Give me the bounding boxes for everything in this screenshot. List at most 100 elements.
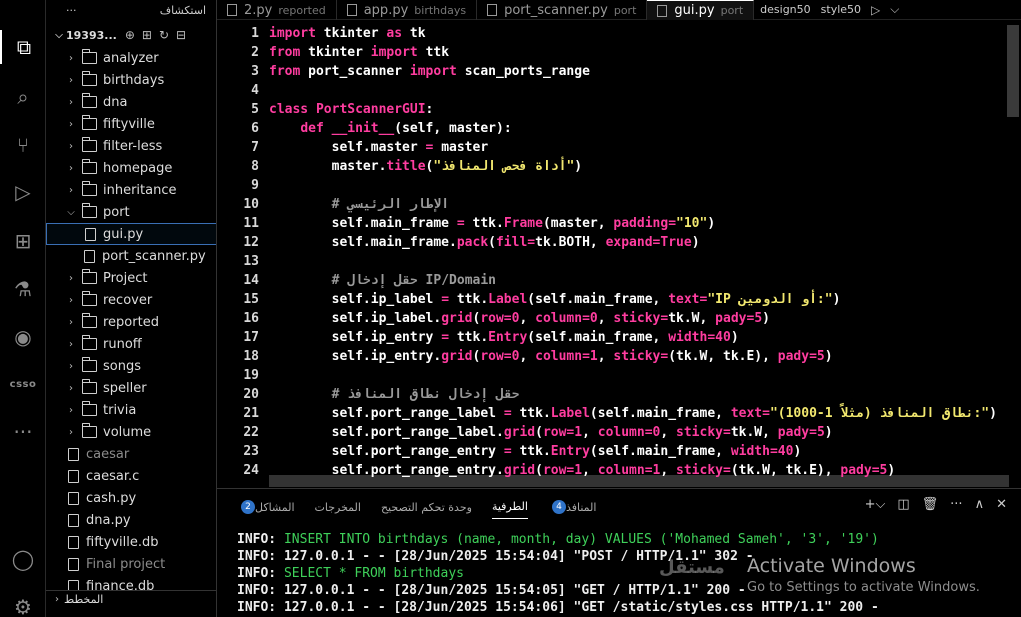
- file-item[interactable]: caesar: [46, 443, 216, 465]
- file-item[interactable]: dna.py: [46, 509, 216, 531]
- tree-item-label: fiftyville: [103, 116, 155, 132]
- code-token: master.: [269, 159, 387, 174]
- folder-item[interactable]: ⌵ port: [46, 201, 216, 223]
- maximize-panel-icon[interactable]: ∧: [975, 497, 985, 512]
- tab-folder-hint: birthdays: [414, 3, 467, 17]
- editor-tab[interactable]: port_scanner.py port: [477, 0, 648, 20]
- folder-item[interactable]: › Project: [46, 267, 216, 289]
- code-token: Label: [550, 406, 590, 421]
- terminal-line: INFO: 127.0.0.1 - - [28/Jun/2025 15:54:0…: [237, 582, 746, 599]
- tab-folder-hint: reported: [278, 3, 326, 17]
- folder-item[interactable]: › homepage: [46, 157, 216, 179]
- editor-scrollbar[interactable]: [1007, 25, 1019, 117]
- style50-button[interactable]: style50: [821, 3, 861, 16]
- run-icon[interactable]: ▷: [871, 3, 880, 17]
- code-token: # حقل إدخال نطاق المنافذ: [269, 387, 520, 402]
- close-icon[interactable]: ✕: [996, 497, 1007, 512]
- editor-tab[interactable]: gui.py port: [647, 0, 755, 20]
- code-token: 40: [715, 330, 731, 345]
- design50-button[interactable]: design50: [760, 3, 811, 16]
- code-text: def __init__(self, master):: [269, 119, 511, 138]
- run-dropdown-icon[interactable]: ⌵: [890, 2, 899, 17]
- new-terminal-icon[interactable]: +⌵: [865, 497, 886, 512]
- folder-icon: [81, 423, 97, 438]
- code-text: from tkinter import ttk: [269, 43, 449, 62]
- folder-item[interactable]: › trivia: [46, 399, 216, 421]
- folder-item[interactable]: › fiftyville: [46, 113, 216, 135]
- search-icon[interactable]: ⌕: [0, 80, 46, 114]
- chevron-right-icon: ›: [69, 184, 73, 196]
- csso-extension-icon[interactable]: csso: [0, 367, 46, 401]
- file-icon: [68, 491, 79, 505]
- run-debug-icon[interactable]: ▷: [0, 175, 46, 209]
- code-line: 8 master.title("أداة فحص المنافذ"): [217, 157, 1007, 176]
- code-token: ,: [519, 349, 536, 364]
- explorer-icon[interactable]: ⧉: [0, 30, 46, 64]
- folder-item[interactable]: › filter-less: [46, 135, 216, 157]
- file-item[interactable]: Final project: [46, 553, 216, 575]
- folder-item[interactable]: › dna: [46, 91, 216, 113]
- more-icon[interactable]: ···: [950, 497, 962, 512]
- folder-item[interactable]: › recover: [46, 289, 216, 311]
- line-number: 11: [243, 216, 259, 231]
- file-item[interactable]: port_scanner.py: [46, 245, 216, 267]
- folder-item[interactable]: › analyzer: [46, 47, 216, 69]
- settings-gear-icon[interactable]: ⚙: [0, 590, 46, 617]
- code-token: (: [535, 425, 543, 440]
- code-editor[interactable]: 1 import tkinter as tk 2 from tkinter impor…: [217, 21, 1021, 487]
- code-token: ,: [660, 463, 677, 478]
- file-item[interactable]: caesar.c: [46, 465, 216, 487]
- code-token: sticky=: [676, 425, 731, 440]
- new-file-icon[interactable]: ⊕: [125, 28, 135, 42]
- source-control-icon[interactable]: ⑂: [0, 128, 46, 162]
- editor-tab[interactable]: app.py birthdays: [337, 0, 478, 20]
- folder-item[interactable]: › birthdays: [46, 69, 216, 91]
- folder-item[interactable]: › inheritance: [46, 179, 216, 201]
- folder-item[interactable]: › volume: [46, 421, 216, 443]
- trash-icon[interactable]: 🗑: [922, 497, 939, 512]
- code-token: column=: [597, 463, 653, 478]
- panel-tab[interactable]: 2 المشاكل: [237, 495, 295, 519]
- account-icon[interactable]: ◯: [0, 542, 46, 576]
- file-icon: [85, 227, 96, 241]
- code-token: "IP أو الدومين:": [707, 292, 833, 307]
- extensions-icon[interactable]: ⊞: [0, 224, 46, 258]
- code-token: =: [441, 292, 457, 307]
- code-token: self.port_range_label.: [269, 425, 504, 440]
- code-token: Frame: [503, 216, 543, 231]
- code-token: ): [730, 330, 739, 345]
- panel-tab[interactable]: المخرجات: [315, 495, 361, 519]
- file-icon: [68, 469, 79, 483]
- folder-item[interactable]: › runoff: [46, 333, 216, 355]
- outline-section[interactable]: › المخطط: [46, 590, 216, 608]
- collapse-all-icon[interactable]: ⊟: [176, 28, 186, 42]
- tree-item-label: analyzer: [103, 50, 159, 66]
- github-icon[interactable]: ◉: [0, 320, 46, 354]
- code-token: column=: [535, 349, 590, 364]
- workspace-root[interactable]: ⌵ 19393... ⊕ ⊞ ↻ ⊟: [46, 24, 216, 46]
- editor-tab[interactable]: 2.py reported: [217, 0, 337, 20]
- more-icon[interactable]: ···: [0, 415, 46, 449]
- file-item[interactable]: cash.py: [46, 487, 216, 509]
- panel-tab[interactable]: 4 المنافذ: [548, 495, 596, 519]
- refresh-icon[interactable]: ↻: [159, 28, 169, 42]
- code-token: width=: [668, 330, 716, 345]
- file-item[interactable]: fiftyville.db: [46, 531, 216, 553]
- tree-item-label: cash.py: [86, 490, 137, 506]
- code-line: 16 self.ip_label.grid(row=0, column=0, s…: [217, 309, 1007, 328]
- folder-item[interactable]: › songs: [46, 355, 216, 377]
- code-token: width=: [730, 444, 778, 459]
- code-line: 9: [217, 176, 1007, 195]
- file-item[interactable]: gui.py: [46, 223, 216, 245]
- explorer-more-icon[interactable]: ···: [66, 4, 77, 17]
- split-terminal-icon[interactable]: ◫: [897, 497, 909, 512]
- new-folder-icon[interactable]: ⊞: [142, 28, 152, 42]
- panel-tab[interactable]: الطرفية: [491, 495, 528, 519]
- tree-item-label: reported: [103, 314, 159, 330]
- panel-tab[interactable]: وحدة تحكم التصحيح: [381, 495, 472, 519]
- testing-icon[interactable]: ⚗: [0, 272, 46, 306]
- folder-item[interactable]: › speller: [46, 377, 216, 399]
- code-line: 7 self.master = master: [217, 138, 1007, 157]
- folder-item[interactable]: › reported: [46, 311, 216, 333]
